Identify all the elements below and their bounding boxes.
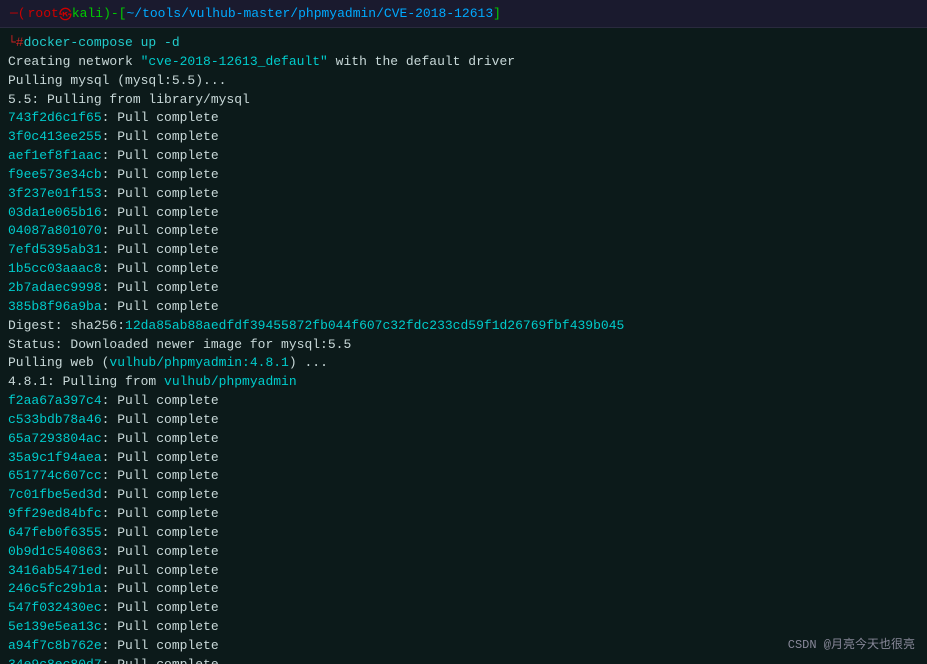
output-line: 3f237e01f153: Pull complete	[8, 185, 919, 204]
output-line: 647feb0f6355: Pull complete	[8, 524, 919, 543]
title-bracket-close: ]	[493, 6, 501, 21]
title-bracket: )-[	[103, 6, 126, 21]
output-line: 34e9c8ec80d7: Pull complete	[8, 656, 919, 664]
output-line: 03da1e065b16: Pull complete	[8, 204, 919, 223]
title-bar: ─(root㉿kali)-[~/tools/vulhub-master/phpm…	[0, 0, 927, 28]
output-line: 5e139e5ea13c: Pull complete	[8, 618, 919, 637]
title-dash: ─(	[10, 6, 26, 21]
output-line: 547f032430ec: Pull complete	[8, 599, 919, 618]
output-line: 1b5cc03aaac8: Pull complete	[8, 260, 919, 279]
title-user: root	[28, 6, 59, 21]
output-line: 3416ab5471ed: Pull complete	[8, 562, 919, 581]
title-path: ~/tools/vulhub-master/phpmyadmin/CVE-201…	[126, 6, 493, 21]
output-line: 9ff29ed84bfc: Pull complete	[8, 505, 919, 524]
output-line: 35a9c1f94aea: Pull complete	[8, 449, 919, 468]
output-line: f2aa67a397c4: Pull complete	[8, 392, 919, 411]
output-line: 7c01fbe5ed3d: Pull complete	[8, 486, 919, 505]
output-line: Pulling web (vulhub/phpmyadmin:4.8.1) ..…	[8, 354, 919, 373]
terminal-window: ─(root㉿kali)-[~/tools/vulhub-master/phpm…	[0, 0, 927, 664]
output-line: Pulling mysql (mysql:5.5)...	[8, 72, 919, 91]
output-line: 2b7adaec9998: Pull complete	[8, 279, 919, 298]
output-line: 65a7293804ac: Pull complete	[8, 430, 919, 449]
output-line: aef1ef8f1aac: Pull complete	[8, 147, 919, 166]
output-line: c533bdb78a46: Pull complete	[8, 411, 919, 430]
output-line: 385b8f96a9ba: Pull complete	[8, 298, 919, 317]
output-line: Status: Downloaded newer image for mysql…	[8, 336, 919, 355]
output-line: 3f0c413ee255: Pull complete	[8, 128, 919, 147]
terminal-content: └# docker-compose up -d Creating network…	[0, 28, 927, 664]
output-line: f9ee573e34cb: Pull complete	[8, 166, 919, 185]
output-line: 246c5fc29b1a: Pull complete	[8, 580, 919, 599]
command-text: docker-compose up -d	[24, 34, 180, 53]
output-line: a94f7c8b762e: Pull complete	[8, 637, 919, 656]
watermark: CSDN @月亮今天也很亮	[788, 635, 915, 652]
prompt-line: └# docker-compose up -d	[8, 34, 919, 53]
title-at: ㉿	[59, 4, 72, 23]
output-line: 7efd5395ab31: Pull complete	[8, 241, 919, 260]
output-line: 651774c607cc: Pull complete	[8, 467, 919, 486]
output-line: 743f2d6c1f65: Pull complete	[8, 109, 919, 128]
output-line: 4.8.1: Pulling from vulhub/phpmyadmin	[8, 373, 919, 392]
prompt-arrow: └#	[8, 34, 24, 53]
output-line: Digest: sha256:12da85ab88aedfdf39455872f…	[8, 317, 919, 336]
title-host: kali	[72, 6, 103, 21]
output-line: Creating network "cve-2018-12613_default…	[8, 53, 919, 72]
output-line: 04087a801070: Pull complete	[8, 222, 919, 241]
output-line: 0b9d1c540863: Pull complete	[8, 543, 919, 562]
output-line: 5.5: Pulling from library/mysql	[8, 91, 919, 110]
